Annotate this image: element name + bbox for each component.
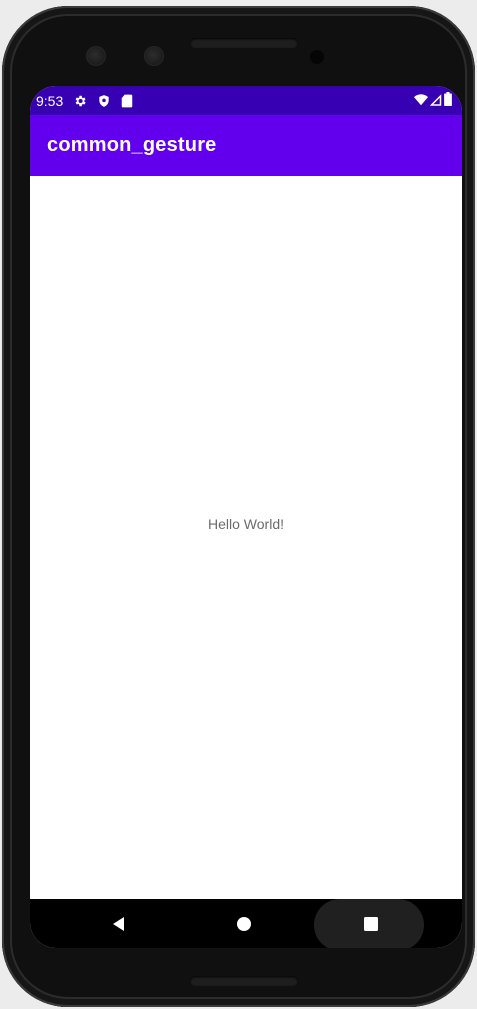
signal-icon bbox=[429, 91, 442, 110]
screen: 9:53 common_gesture Hello World! bbox=[30, 86, 462, 948]
battery-icon bbox=[444, 91, 452, 110]
back-icon[interactable] bbox=[106, 911, 132, 937]
status-bar: 9:53 bbox=[30, 86, 462, 115]
main-content[interactable]: Hello World! bbox=[30, 176, 462, 899]
front-camera-icon bbox=[86, 46, 106, 66]
home-icon[interactable] bbox=[231, 911, 257, 937]
earpiece-speaker bbox=[190, 38, 298, 48]
sd-card-icon bbox=[121, 94, 133, 108]
hello-world-text: Hello World! bbox=[208, 516, 284, 532]
recents-icon[interactable] bbox=[358, 911, 384, 937]
top-bezel bbox=[2, 6, 475, 86]
navigation-bar bbox=[30, 899, 462, 948]
proximity-sensor bbox=[310, 50, 324, 64]
settings-icon bbox=[73, 94, 87, 108]
bottom-speaker bbox=[190, 976, 298, 986]
front-camera-secondary-icon bbox=[144, 46, 164, 66]
app-title: common_gesture bbox=[47, 134, 217, 156]
app-bar: common_gesture bbox=[30, 115, 462, 176]
status-time: 9:53 bbox=[36, 92, 64, 109]
wifi-icon bbox=[414, 91, 428, 110]
phone-frame: 9:53 common_gesture Hello World! bbox=[2, 6, 475, 1007]
shield-icon bbox=[97, 94, 111, 108]
status-right-icons bbox=[414, 86, 452, 115]
